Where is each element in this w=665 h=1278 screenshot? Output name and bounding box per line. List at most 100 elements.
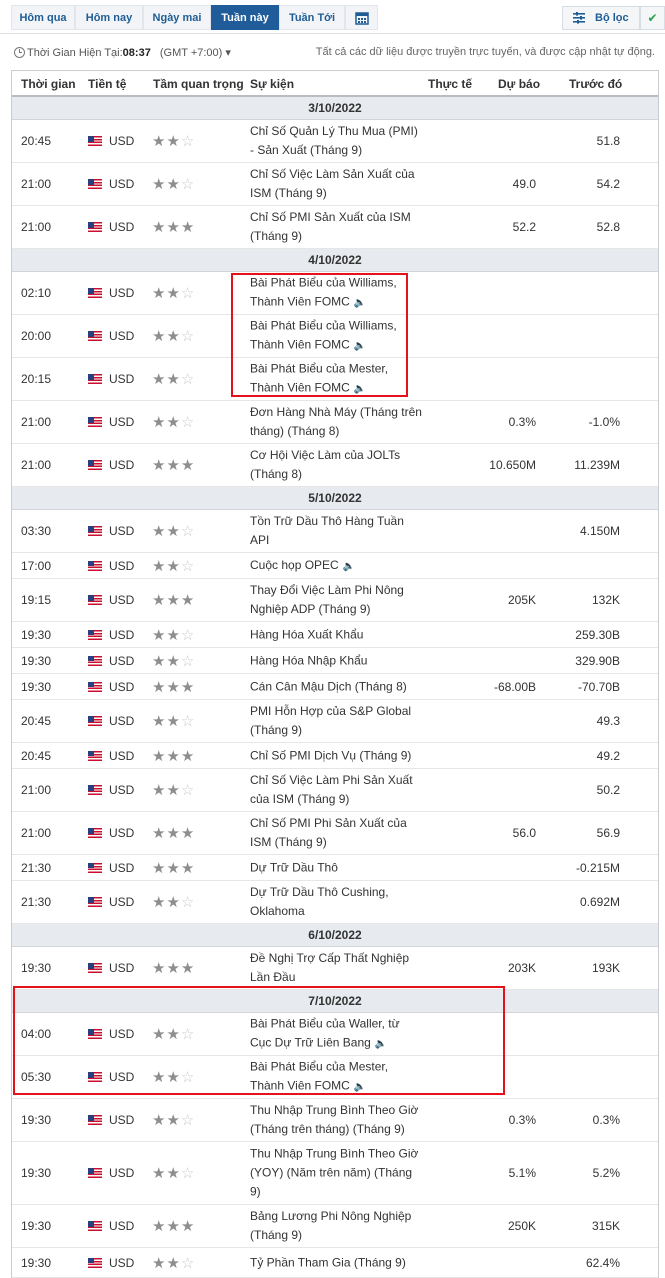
date-row: 3/10/2022 — [12, 97, 658, 120]
tab-yesterday[interactable]: Hôm qua — [11, 5, 75, 30]
event-name[interactable]: Thay Đổi Việc Làm Phi Nông Nghiệp ADP (T… — [250, 581, 422, 619]
table-row[interactable]: 04:00 USD ★★☆ Bài Phát Biểu của Waller, từ … — [12, 1013, 658, 1056]
event-name[interactable]: PMI Hỗn Hợp của S&P Global (Tháng 9) — [250, 702, 422, 740]
calendar-icon[interactable] — [345, 5, 378, 30]
event-name[interactable]: Tỷ Phần Tham Gia (Tháng 9) — [250, 1253, 422, 1272]
tab-this-week[interactable]: Tuần này — [211, 5, 279, 30]
table-row[interactable]: 19:30 USD ★★☆ Tỷ Phần Tham Gia (Tháng 9) 62.… — [12, 1248, 658, 1278]
star-icon: ★ — [166, 747, 181, 765]
event-time: 19:30 — [21, 1113, 52, 1127]
star-icon: ★ — [152, 1218, 167, 1235]
event-name[interactable]: Chỉ Số PMI Dịch Vụ (Tháng 9) — [250, 746, 422, 765]
table-row[interactable]: 21:00 USD ★★★ Chỉ Số PMI Sản Xuất của ISM (… — [12, 206, 658, 249]
star-icon: ★ — [166, 557, 181, 575]
event-name[interactable]: Hàng Hóa Xuất Khẩu — [250, 625, 422, 644]
event-name[interactable]: Cuộc họp OPEC 🔈 — [250, 556, 422, 576]
event-name-text: Cuộc họp OPEC — [250, 557, 339, 572]
us-flag-icon — [88, 1072, 102, 1082]
event-name[interactable]: Cơ Hội Việc Làm của JOLTs (Tháng 8) — [250, 446, 422, 484]
importance-stars: ★★★ — [152, 959, 195, 977]
table-row[interactable]: 20:45 USD ★★☆ PMI Hỗn Hợp của S&P Global (T… — [12, 700, 658, 743]
date-row: 5/10/2022 — [12, 487, 658, 510]
event-time: 19:30 — [21, 1219, 52, 1233]
event-name[interactable]: Tồn Trữ Dầu Thô Hàng Tuần API — [250, 512, 422, 550]
table-row[interactable]: 17:00 USD ★★☆ Cuộc họp OPEC 🔈 — [12, 553, 658, 579]
event-name[interactable]: Bài Phát Biểu của Mester, Thành Viên FOM… — [250, 360, 422, 399]
event-name-text: Bài Phát Biểu của Mester, Thành Viên FOM… — [250, 1059, 389, 1093]
table-row[interactable]: 19:30 USD ★★★ Cán Cân Mậu Dịch (Tháng 8) -68… — [12, 674, 658, 700]
event-previous: -1.0% — [588, 415, 620, 429]
tab-today[interactable]: Hôm nay — [75, 5, 143, 30]
event-name[interactable]: Bài Phát Biểu của Waller, từ Cục Dự Trữ … — [250, 1015, 422, 1054]
table-row[interactable]: 20:00 USD ★★☆ Bài Phát Biểu của Williams, T… — [12, 315, 658, 358]
star-icon: ★ — [166, 1026, 181, 1043]
event-name[interactable]: Bảng Lương Phi Nông Nghiệp (Tháng 9) — [250, 1207, 422, 1245]
table-row[interactable]: 20:45 USD ★★☆ Chỉ Số Quản Lý Thu Mua (PMI) … — [12, 120, 658, 163]
event-name[interactable]: Bài Phát Biểu của Williams, Thành Viên F… — [250, 317, 422, 356]
event-time: 20:45 — [21, 134, 52, 148]
event-name[interactable]: Chỉ Số PMI Sản Xuất của ISM (Tháng 9) — [250, 208, 422, 246]
us-flag-icon — [88, 1029, 102, 1039]
event-name[interactable]: Đề Nghị Trợ Cấp Thất Nghiệp Lần Đầu — [250, 949, 422, 987]
table-row[interactable]: 21:00 USD ★★☆ Chỉ Số Việc Làm Phi Sản Xuất … — [12, 769, 658, 812]
timezone-selector[interactable]: (GMT +7:00) ▾ — [160, 47, 231, 59]
speaker-icon: 🔈 — [353, 340, 367, 352]
importance-stars: ★★☆ — [152, 652, 195, 670]
table-row[interactable]: 03:30 USD ★★☆ Tồn Trữ Dầu Thô Hàng Tuần API… — [12, 510, 658, 553]
table-row[interactable]: 21:00 USD ★★☆ Chỉ Số Việc Làm Sản Xuất của … — [12, 163, 658, 206]
table-row[interactable]: 21:30 USD ★★☆ Dự Trữ Dầu Thô Cushing, Oklah… — [12, 881, 658, 924]
event-time: 21:00 — [21, 177, 52, 191]
table-row[interactable]: 21:00 USD ★★★ Cơ Hội Việc Làm của JOLTs (Th… — [12, 444, 658, 487]
event-name[interactable]: Chỉ Số PMI Phi Sản Xuất của ISM (Tháng 9… — [250, 814, 422, 852]
event-name[interactable]: Chỉ Số Việc Làm Sản Xuất của ISM (Tháng … — [250, 165, 422, 203]
event-currency: USD — [88, 559, 134, 573]
event-name[interactable]: Dự Trữ Dầu Thô — [250, 858, 422, 877]
event-name[interactable]: Cán Cân Mậu Dịch (Tháng 8) — [250, 677, 422, 696]
table-row[interactable]: 20:15 USD ★★☆ Bài Phát Biểu của Mester, Thà… — [12, 358, 658, 401]
event-time: 05:30 — [21, 1070, 52, 1084]
filter-button[interactable]: Bộ lọc — [562, 6, 640, 30]
event-currency: USD — [88, 593, 134, 607]
tab-next-week[interactable]: Tuần Tới — [279, 5, 345, 30]
event-name[interactable]: Đơn Hàng Nhà Máy (Tháng trên tháng) (Thá… — [250, 403, 422, 441]
table-row[interactable]: 05:30 USD ★★☆ Bài Phát Biểu của Mester, Thà… — [12, 1056, 658, 1099]
table-row[interactable]: 20:45 USD ★★★ Chỉ Số PMI Dịch Vụ (Tháng 9) 4… — [12, 743, 658, 769]
importance-stars: ★★☆ — [152, 284, 195, 302]
table-row[interactable]: 19:30 USD ★★★ Bảng Lương Phi Nông Nghiệp (T… — [12, 1205, 658, 1248]
table-row[interactable]: 19:30 USD ★★☆ Hàng Hóa Nhập Khẩu 329.90B — [12, 648, 658, 674]
event-name-text: Tồn Trữ Dầu Thô Hàng Tuần API — [250, 514, 404, 547]
check-icon[interactable]: ✔ — [640, 6, 665, 30]
event-name[interactable]: Chỉ Số Việc Làm Phi Sản Xuất của ISM (Th… — [250, 771, 422, 809]
tab-tomorrow[interactable]: Ngày mai — [143, 5, 211, 30]
event-time: 04:00 — [21, 1027, 52, 1041]
event-name[interactable]: Thu Nhập Trung Bình Theo Giờ (YOY) (Năm … — [250, 1145, 422, 1202]
star-icon: ☆ — [180, 652, 196, 670]
table-row[interactable]: 19:30 USD ★★☆ Thu Nhập Trung Bình Theo Giờ … — [12, 1142, 658, 1205]
star-icon: ☆ — [180, 713, 196, 730]
table-row[interactable]: 21:00 USD ★★☆ Đơn Hàng Nhà Máy (Tháng trên … — [12, 401, 658, 444]
importance-stars: ★★★ — [152, 456, 195, 474]
currency-code: USD — [109, 329, 135, 343]
event-name[interactable]: Dự Trữ Dầu Thô Cushing, Oklahoma — [250, 883, 422, 921]
star-icon: ☆ — [180, 328, 196, 345]
table-row[interactable]: 02:10 USD ★★☆ Bài Phát Biểu của Williams, T… — [12, 272, 658, 315]
star-icon: ★ — [152, 414, 167, 431]
table-row[interactable]: 19:30 USD ★★★ Đề Nghị Trợ Cấp Thất Nghiệp L… — [12, 947, 658, 990]
speaker-icon: 🔈 — [353, 297, 367, 309]
period-tab-bar: Hôm qua Hôm nay Ngày mai Tuần này Tuần T… — [0, 0, 665, 34]
event-time: 21:00 — [21, 783, 52, 797]
event-currency: USD — [88, 458, 134, 472]
event-name[interactable]: Thu Nhập Trung Bình Theo Giờ (Tháng trên… — [250, 1101, 422, 1139]
event-name[interactable]: Chỉ Số Quản Lý Thu Mua (PMI) - Sản Xuất … — [250, 122, 422, 160]
table-row[interactable]: 21:00 USD ★★★ Chỉ Số PMI Phi Sản Xuất của I… — [12, 812, 658, 855]
table-row[interactable]: 19:30 USD ★★☆ Thu Nhập Trung Bình Theo Giờ … — [12, 1099, 658, 1142]
event-name[interactable]: Hàng Hóa Nhập Khẩu — [250, 651, 422, 670]
event-name-text: Dự Trữ Dầu Thô Cushing, Oklahoma — [250, 885, 389, 918]
table-row[interactable]: 19:30 USD ★★☆ Hàng Hóa Xuất Khẩu 259.30B — [12, 622, 658, 648]
event-forecast: 10.650M — [489, 458, 536, 472]
table-row[interactable]: 19:15 USD ★★★ Thay Đổi Việc Làm Phi Nông Ng… — [12, 579, 658, 622]
event-name[interactable]: Bài Phát Biểu của Mester, Thành Viên FOM… — [250, 1058, 422, 1097]
event-name[interactable]: Bài Phát Biểu của Williams, Thành Viên F… — [250, 274, 422, 313]
star-icon: ★ — [166, 652, 181, 670]
table-row[interactable]: 21:30 USD ★★★ Dự Trữ Dầu Thô -0.215M — [12, 855, 658, 881]
